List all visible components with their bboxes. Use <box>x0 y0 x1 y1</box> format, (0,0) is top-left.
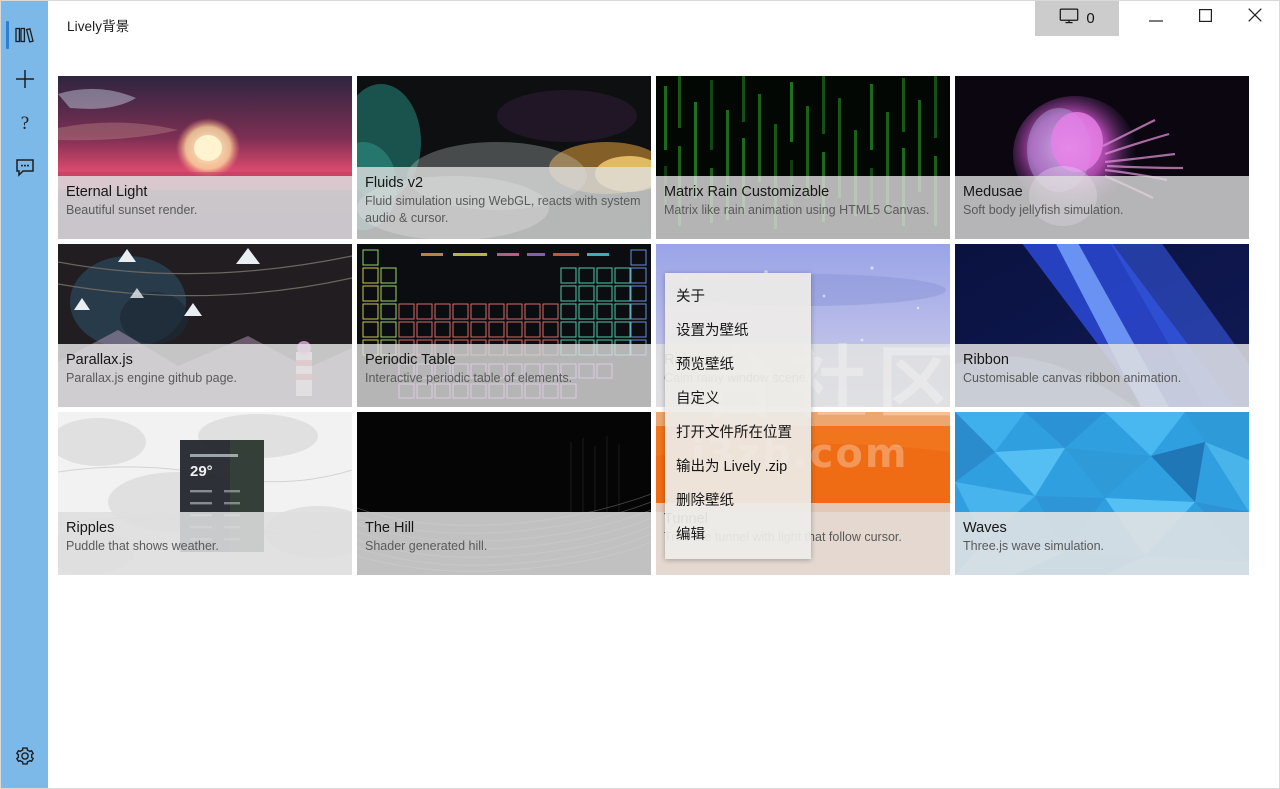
wallpaper-card[interactable]: Ribbon Customisable canvas ribbon animat… <box>955 244 1249 407</box>
card-title: Periodic Table <box>365 352 456 368</box>
card-title: Waves <box>963 520 1007 536</box>
sidebar-item-library[interactable] <box>1 13 48 57</box>
wallpaper-card[interactable]: 29° Ripples Puddle that shows weather. <box>58 412 352 575</box>
card-info: Eternal Light Beautiful sunset render. <box>58 176 352 239</box>
card-info: Periodic Table Interactive periodic tabl… <box>357 344 651 407</box>
context-menu-item-open-file-location[interactable]: 打开文件所在位置 <box>665 416 811 450</box>
card-description: Beautiful sunset render. <box>66 203 198 217</box>
card-title: Medusae <box>963 184 1023 200</box>
wallpaper-card[interactable]: The Hill Shader generated hill. <box>357 412 651 575</box>
card-description: Soft body jellyfish simulation. <box>963 203 1124 217</box>
card-title: Eternal Light <box>66 184 148 200</box>
window-title: Lively背景 <box>67 19 130 34</box>
card-description: Three.js wave simulation. <box>963 539 1105 553</box>
card-info: Matrix Rain Customizable Matrix like rai… <box>656 176 950 239</box>
sidebar-item-feedback[interactable] <box>1 145 48 189</box>
context-menu-item-about[interactable]: 关于 <box>665 280 811 314</box>
wallpaper-card[interactable]: Matrix Rain Customizable Matrix like rai… <box>656 76 950 239</box>
context-menu-item-customize[interactable]: 自定义 <box>665 382 811 416</box>
question-mark-icon: ? <box>14 112 36 134</box>
card-title: Ribbon <box>963 352 1009 368</box>
card-info: Ribbon Customisable canvas ribbon animat… <box>955 344 1249 407</box>
sidebar-top-group: ? <box>1 1 48 189</box>
card-info: The Hill Shader generated hill. <box>357 512 651 575</box>
wallpaper-card[interactable]: Periodic Table Interactive periodic tabl… <box>357 244 651 407</box>
screen-selector-button[interactable]: 0 <box>1035 1 1119 36</box>
context-menu-item-preview-wallpaper[interactable]: 预览壁纸 <box>665 348 811 382</box>
wallpaper-grid: Eternal Light Beautiful sunset render. F… <box>58 76 1249 575</box>
wallpaper-card[interactable]: Eternal Light Beautiful sunset render. <box>58 76 352 239</box>
card-info: Medusae Soft body jellyfish simulation. <box>955 176 1249 239</box>
context-menu-item-delete-wallpaper[interactable]: 删除壁纸 <box>665 484 811 518</box>
card-description: Parallax.js engine github page. <box>66 371 237 385</box>
title-bar: Lively背景 0 <box>48 1 1279 48</box>
card-info: Fluids v2 Fluid simulation using WebGL, … <box>357 167 651 239</box>
sidebar-item-add[interactable] <box>1 57 48 101</box>
sidebar-item-help[interactable]: ? <box>1 101 48 145</box>
card-description: Matrix like rain animation using HTML5 C… <box>664 203 930 217</box>
library-books-icon <box>14 25 36 45</box>
card-title: Fluids v2 <box>365 175 424 191</box>
lively-window: ? Lively背景 0 Eternal Light Beautiful sun… <box>0 0 1280 789</box>
screen-count-value: 0 <box>1086 10 1095 27</box>
sidebar-selection-indicator <box>6 21 9 49</box>
close-button[interactable] <box>1232 1 1278 34</box>
wallpaper-card[interactable]: Parallax.js Parallax.js engine github pa… <box>58 244 352 407</box>
wallpaper-card[interactable]: Waves Three.js wave simulation. <box>955 412 1249 575</box>
card-title: Parallax.js <box>66 352 133 368</box>
maximize-button[interactable] <box>1182 1 1228 34</box>
svg-text:?: ? <box>20 113 28 134</box>
wallpaper-card[interactable]: Fluids v2 Fluid simulation using WebGL, … <box>357 76 651 239</box>
card-title: The Hill <box>365 520 415 536</box>
plus-icon <box>14 68 36 90</box>
card-title: Matrix Rain Customizable <box>664 184 830 200</box>
gear-icon <box>14 745 36 767</box>
card-description: Shader generated hill. <box>365 539 488 553</box>
card-info: Waves Three.js wave simulation. <box>955 512 1249 575</box>
minimize-icon <box>1149 9 1163 27</box>
chat-bubble-icon <box>14 157 36 177</box>
monitor-icon <box>1059 8 1079 29</box>
card-title: Ripples <box>66 520 115 536</box>
context-menu-item-export-zip[interactable]: 输出为 Lively .zip <box>665 450 811 484</box>
close-icon <box>1248 8 1262 27</box>
card-description: Puddle that shows weather. <box>66 539 219 553</box>
card-description: Interactive periodic table of elements. <box>365 371 573 385</box>
wallpaper-card[interactable]: Medusae Soft body jellyfish simulation. <box>955 76 1249 239</box>
card-description: Fluid simulation using WebGL, reacts wit… <box>365 194 641 225</box>
minimize-button[interactable] <box>1133 1 1179 34</box>
svg-text:29°: 29° <box>190 463 213 480</box>
card-info: Ripples Puddle that shows weather. <box>58 512 352 575</box>
context-menu: 关于 设置为壁纸 预览壁纸 自定义 打开文件所在位置 输出为 Lively .z… <box>665 273 811 559</box>
context-menu-item-edit[interactable]: 编辑 <box>665 518 811 552</box>
card-description: Customisable canvas ribbon animation. <box>963 371 1182 385</box>
sidebar: ? <box>1 1 48 788</box>
maximize-icon <box>1198 8 1212 27</box>
card-info: Parallax.js Parallax.js engine github pa… <box>58 344 352 407</box>
sidebar-item-settings[interactable] <box>1 734 48 778</box>
context-menu-item-set-as-wallpaper[interactable]: 设置为壁纸 <box>665 314 811 348</box>
